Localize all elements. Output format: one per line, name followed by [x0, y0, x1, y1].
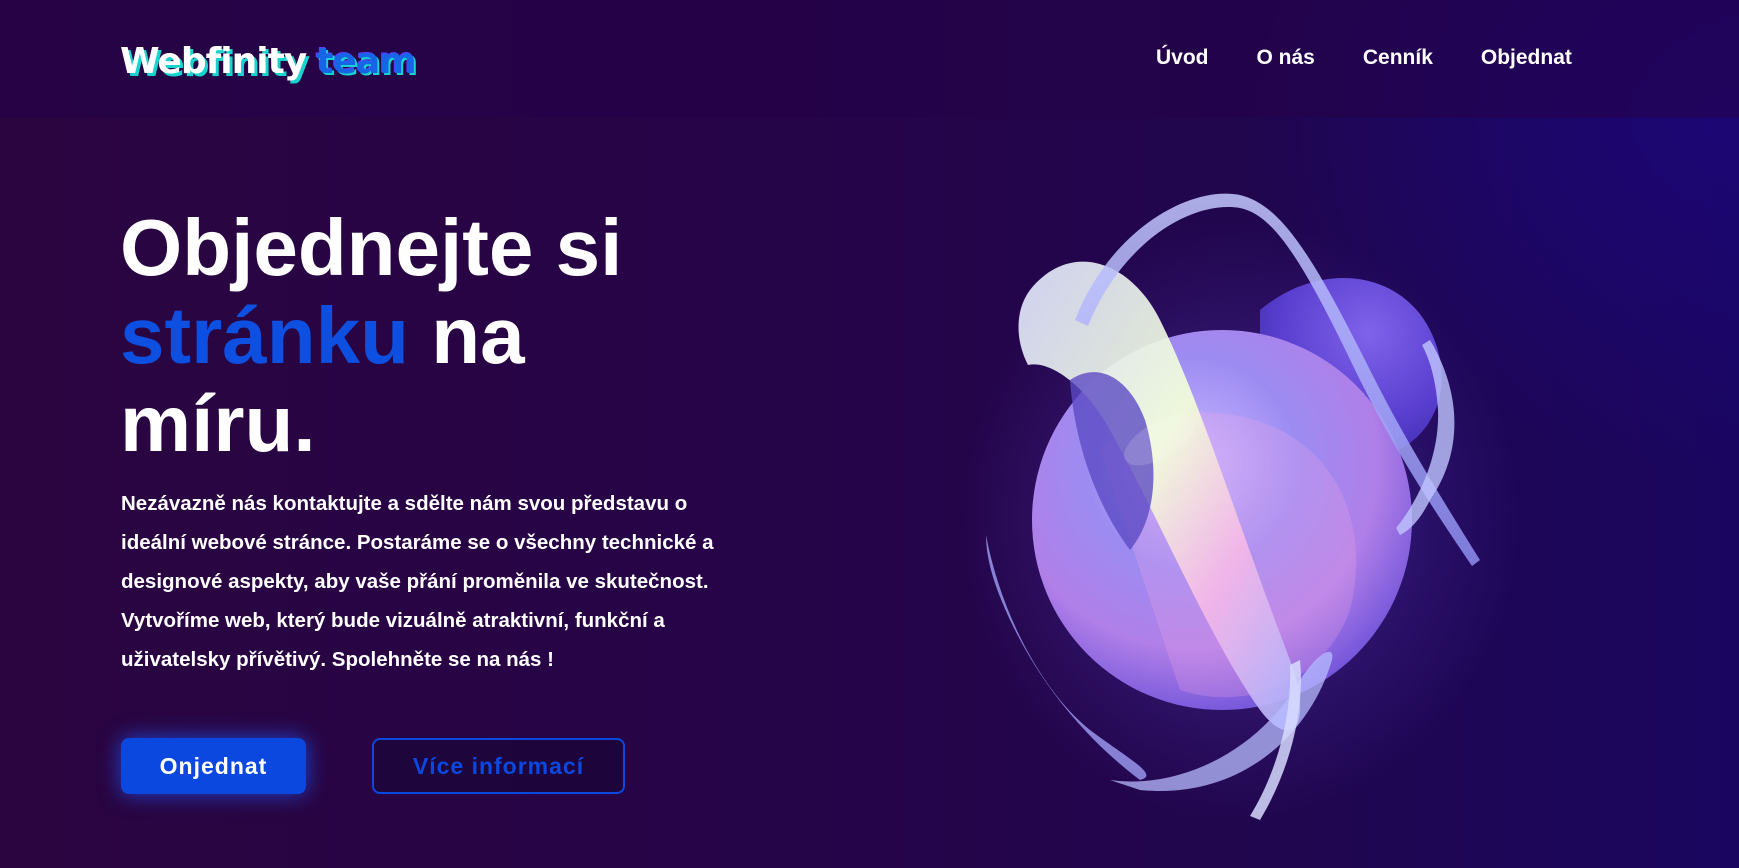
abstract-sphere-icon — [960, 193, 1520, 820]
hero-headline: Objednejte si stránku na míru. — [120, 204, 622, 468]
order-button[interactable]: Onjednat — [121, 738, 306, 794]
top-navbar: Webfinity team Úvod O nás Cenník Objednat — [0, 0, 1739, 118]
headline-line-3: míru. — [120, 379, 316, 468]
nav-link-objednat[interactable]: Objednat — [1481, 44, 1572, 72]
logo-text-webfinity: Webfinity — [120, 41, 307, 82]
nav-link-cennik[interactable]: Cenník — [1363, 44, 1433, 72]
more-info-button[interactable]: Více informací — [372, 738, 625, 794]
headline-line-2-rest: na — [408, 291, 525, 380]
nav-link-o-nas[interactable]: O nás — [1257, 44, 1315, 72]
main-nav: Úvod O nás Cenník Objednat — [1156, 44, 1572, 72]
logo-text-team: team — [316, 41, 416, 82]
headline-accent-word: stránku — [120, 291, 409, 380]
headline-line-1: Objednejte si — [120, 203, 623, 292]
hero-description: Nezávazně nás kontaktujte a sdělte nám s… — [121, 492, 714, 671]
logo[interactable]: Webfinity team — [120, 38, 417, 86]
nav-link-uvod[interactable]: Úvod — [1156, 44, 1209, 72]
